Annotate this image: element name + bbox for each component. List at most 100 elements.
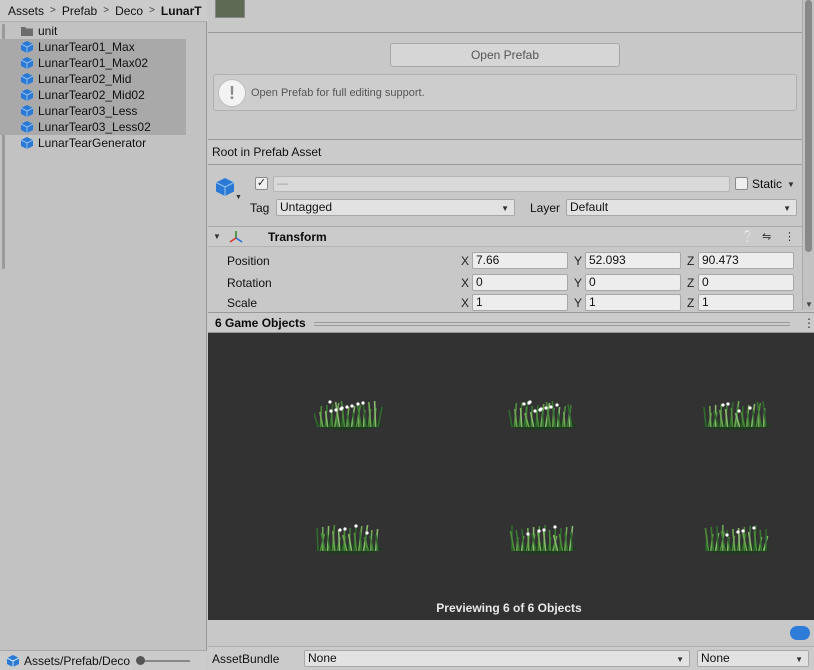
static-checkbox[interactable] bbox=[735, 177, 748, 190]
file-label: LunarTear02_Mid02 bbox=[38, 88, 145, 102]
list-item[interactable]: LunarTear01_Max02 bbox=[0, 55, 186, 71]
breadcrumb: Assets > Prefab > Deco > LunarT bbox=[0, 0, 207, 22]
axis-label-z[interactable]: Z bbox=[687, 254, 694, 268]
scale-x-field[interactable]: 1 bbox=[472, 294, 568, 311]
preview-grass-item bbox=[508, 390, 578, 430]
breadcrumb-assets[interactable]: Assets bbox=[8, 4, 44, 18]
rotation-x-field[interactable]: 0 bbox=[472, 274, 568, 291]
static-dropdown-icon[interactable]: ▼ bbox=[787, 180, 795, 189]
chevron-right-icon: > bbox=[50, 5, 56, 16]
list-item[interactable]: LunarTearGenerator bbox=[0, 135, 207, 151]
unity-editor-window: Assets > Prefab > Deco > LunarT unit Luna… bbox=[0, 0, 814, 670]
position-x-field[interactable]: 7.66 bbox=[472, 252, 568, 269]
assetbundle-label: AssetBundle bbox=[212, 652, 280, 666]
preview-grass-item bbox=[313, 390, 384, 430]
list-item[interactable]: LunarTear02_Mid02 bbox=[0, 87, 186, 103]
scrollbar-thumb[interactable] bbox=[805, 0, 812, 252]
assetbundle-variant-value: None bbox=[701, 651, 730, 665]
file-label: LunarTearGenerator bbox=[38, 136, 147, 150]
project-panel: Assets > Prefab > Deco > LunarT unit Luna… bbox=[0, 0, 207, 670]
icon-size-slider-track[interactable] bbox=[138, 660, 190, 662]
chevron-down-icon: ▼ bbox=[783, 204, 791, 213]
axis-label-x[interactable]: X bbox=[461, 254, 469, 268]
preset-settings-icon[interactable]: ⇋ bbox=[762, 230, 771, 243]
open-prefab-button[interactable]: Open Prefab bbox=[390, 43, 620, 67]
file-list: unit LunarTear01_Max LunarTear01_Max02 Luna… bbox=[0, 23, 207, 151]
chevron-right-icon: > bbox=[103, 5, 110, 16]
preview-grass-item bbox=[702, 514, 772, 554]
inspector-scrollbar[interactable]: ▼ bbox=[802, 0, 814, 310]
position-y-field[interactable]: 52.093 bbox=[585, 252, 681, 269]
rotation-z-field[interactable]: 0 bbox=[698, 274, 794, 291]
prefab-cube-icon bbox=[20, 89, 34, 101]
kebab-menu-icon[interactable]: ⋮ bbox=[784, 230, 795, 243]
file-label: LunarTear02_Mid bbox=[38, 72, 132, 86]
position-z-field[interactable]: 90.473 bbox=[698, 252, 794, 269]
transform-row-label: Scale bbox=[227, 296, 258, 310]
prefab-cube-icon bbox=[20, 41, 34, 53]
layer-value: Default bbox=[570, 200, 609, 214]
resize-grip[interactable] bbox=[314, 322, 790, 326]
scale-y-field[interactable]: 1 bbox=[585, 294, 681, 311]
asset-thumbnail bbox=[215, 0, 245, 18]
static-label: Static bbox=[752, 177, 783, 191]
object-name-field[interactable]: — bbox=[273, 176, 730, 192]
prefab-cube-icon bbox=[20, 105, 34, 117]
folder-icon bbox=[21, 27, 33, 36]
icon-size-slider-knob[interactable] bbox=[136, 656, 145, 665]
active-checkbox[interactable]: ✓ bbox=[255, 177, 268, 190]
prefab-cube-icon bbox=[6, 654, 20, 667]
scroll-down-icon[interactable]: ▼ bbox=[805, 300, 813, 309]
axis-label-z[interactable]: Z bbox=[687, 296, 694, 310]
file-label: LunarTear03_Less bbox=[38, 104, 138, 118]
preview-caption: Previewing 6 of 6 Objects bbox=[436, 601, 582, 615]
transform-row-label: Rotation bbox=[227, 276, 272, 290]
help-icon[interactable]: ❔ bbox=[741, 230, 755, 243]
list-item[interactable]: LunarTear01_Max bbox=[0, 39, 186, 55]
chevron-down-icon: ▼ bbox=[795, 655, 803, 664]
preview-area[interactable]: Previewing 6 of 6 Objects bbox=[208, 333, 814, 620]
axis-label-y[interactable]: Y bbox=[574, 254, 582, 268]
file-label: LunarTear03_Less02 bbox=[38, 120, 151, 134]
asset-label-icon[interactable] bbox=[790, 626, 810, 640]
axis-label-x[interactable]: X bbox=[461, 276, 469, 290]
transform-row-label: Position bbox=[227, 254, 270, 268]
tag-dropdown[interactable]: Untagged ▼ bbox=[276, 199, 515, 216]
list-item[interactable]: LunarTear03_Less02 bbox=[0, 119, 186, 135]
file-label: unit bbox=[38, 24, 58, 38]
foldout-arrow-icon[interactable]: ▼ bbox=[213, 232, 221, 241]
list-item[interactable]: LunarTear03_Less bbox=[0, 103, 186, 119]
breadcrumb-prefab[interactable]: Prefab bbox=[62, 4, 97, 18]
list-item[interactable]: unit bbox=[0, 23, 207, 39]
axis-label-x[interactable]: X bbox=[461, 296, 469, 310]
axis-label-z[interactable]: Z bbox=[687, 276, 694, 290]
axis-label-y[interactable]: Y bbox=[574, 276, 582, 290]
breadcrumb-current[interactable]: LunarT bbox=[161, 4, 202, 18]
project-footer: Assets/Prefab/Deco bbox=[0, 650, 207, 670]
file-label: LunarTear01_Max bbox=[38, 40, 135, 54]
assetbundle-variant-dropdown[interactable]: None ▼ bbox=[697, 650, 809, 667]
breadcrumb-deco[interactable]: Deco bbox=[115, 4, 143, 18]
transform-header[interactable]: ▼ Transform ❔ ⇋ ⋮ bbox=[208, 226, 802, 247]
transform-title: Transform bbox=[268, 230, 327, 244]
layer-dropdown[interactable]: Default ▼ bbox=[566, 199, 797, 216]
kebab-menu-icon[interactable]: ⋮ bbox=[803, 316, 814, 330]
file-label: LunarTear01_Max02 bbox=[38, 56, 149, 70]
axis-label-y[interactable]: Y bbox=[574, 296, 582, 310]
list-item[interactable]: LunarTear02_Mid bbox=[0, 71, 186, 87]
assetbundle-dropdown[interactable]: None ▼ bbox=[304, 650, 690, 667]
preview-header: 6 Game Objects ⋮ bbox=[208, 312, 814, 333]
preview-grass-item bbox=[314, 514, 384, 554]
prefab-cube-icon bbox=[20, 137, 34, 149]
help-box: ! Open Prefab for full editing support. bbox=[213, 74, 797, 111]
assetbundle-value: None bbox=[308, 651, 337, 665]
rotation-y-field[interactable]: 0 bbox=[585, 274, 681, 291]
assetbundle-bar: AssetBundle None ▼ None ▼ bbox=[208, 646, 814, 670]
transform-axes-icon bbox=[229, 231, 243, 243]
preview-grass-item bbox=[702, 390, 772, 430]
chevron-down-icon[interactable]: ▼ bbox=[235, 194, 242, 201]
scale-z-field[interactable]: 1 bbox=[698, 294, 794, 311]
divider bbox=[208, 32, 802, 33]
gameobject-cube-icon[interactable] bbox=[214, 176, 236, 198]
chevron-down-icon: ▼ bbox=[676, 655, 684, 664]
